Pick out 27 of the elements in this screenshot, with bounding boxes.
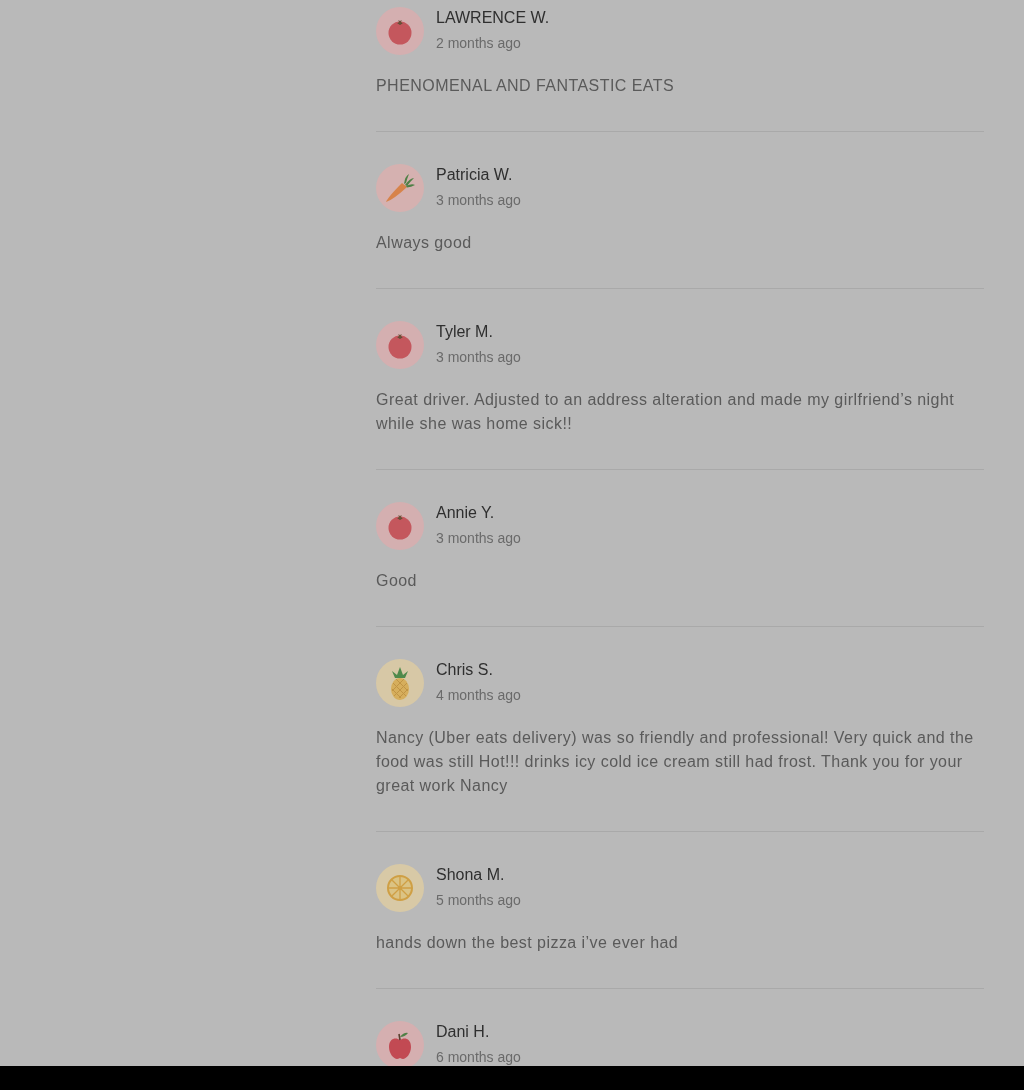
carrot-icon — [376, 164, 424, 212]
citrus-slice-icon — [376, 864, 424, 912]
review-text: Always good — [376, 233, 473, 253]
reviewer-name: Patricia W. — [436, 165, 513, 185]
review-date: 3 months ago — [436, 348, 521, 367]
reviewer-name: Tyler M. — [436, 322, 493, 342]
review-text: hands down the best pizza i’ve ever had — [376, 933, 680, 953]
review-date: 5 months ago — [436, 891, 521, 910]
apple-icon — [376, 1021, 424, 1066]
reviewer-name: Annie Y. — [436, 503, 495, 523]
reviewer-name: Chris S. — [436, 660, 493, 680]
reviewer-name: Dani H. — [436, 1022, 490, 1042]
review-text: Good — [376, 571, 418, 591]
tomato-icon — [376, 321, 424, 369]
review-text: Great driver. Adjusted to an address alteration and made my girlfriend’s night while she was home sick!! — [376, 390, 956, 434]
reviewer-name: LAWRENCE W. — [436, 8, 550, 28]
tomato-icon — [376, 502, 424, 550]
review-date: 6 months ago — [436, 1048, 521, 1066]
review-date: 2 months ago — [436, 34, 521, 53]
review-date: 3 months ago — [436, 529, 521, 548]
tomato-icon — [376, 7, 424, 55]
review-text: PHENOMENAL AND FANTASTIC EATS — [376, 76, 676, 96]
reviewer-name: Shona M. — [436, 865, 505, 885]
review-date: 4 months ago — [436, 686, 521, 705]
pineapple-icon — [376, 659, 424, 707]
review-date: 3 months ago — [436, 191, 521, 210]
review-text: Nancy (Uber eats delivery) was so friendly and professional! Very quick and the food was still Hot!!! drinks icy cold ice cream still had frost. Thank you for your great work Nancy — [376, 728, 975, 796]
